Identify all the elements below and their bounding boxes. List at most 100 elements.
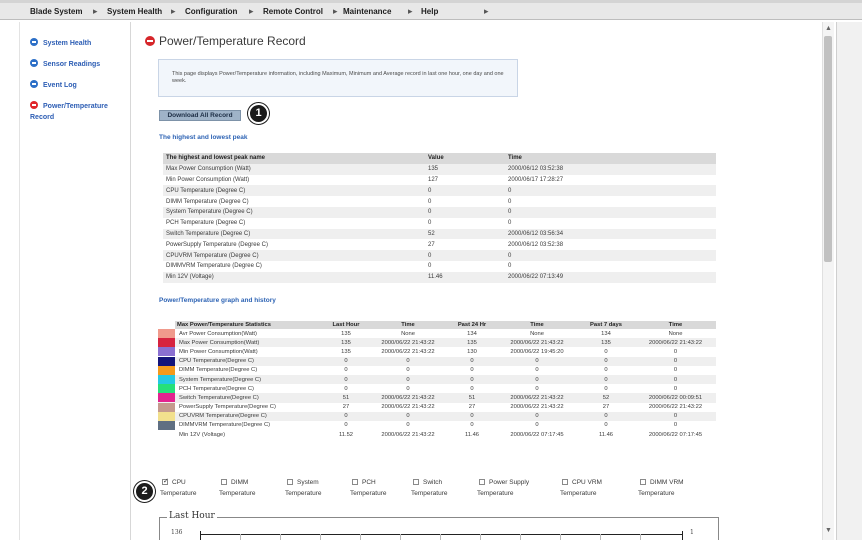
stats-header-name: Max Power/Temperature Statistics (175, 321, 323, 329)
download-all-record-button[interactable]: Download All Record (159, 110, 241, 121)
checkbox-switch[interactable]: Switch (413, 479, 442, 486)
checkbox-box[interactable] (640, 479, 646, 485)
menu-configuration[interactable]: Configuration (185, 7, 237, 19)
peak-cell-value: 0 (425, 206, 505, 218)
graph-gridline (560, 534, 561, 540)
stats-cell-time: None (497, 329, 577, 339)
checkbox-dimm[interactable]: DIMM (221, 479, 248, 486)
stats-cell-past-7-days: 0 (577, 347, 635, 357)
peak-table-row: CPUVRM Temperature (Degree C) 0 0 (163, 250, 716, 261)
page-title: Power/Temperature Record (159, 34, 306, 48)
stats-cell-past-7-days: 11.46 (577, 430, 635, 440)
sidebar-item-sensor-readings[interactable]: Sensor Readings (30, 59, 100, 68)
graph-y-max-left: 136 (171, 529, 183, 536)
peak-cell-name: Switch Temperature (Degree C) (163, 228, 425, 240)
peak-header-time: Time (505, 153, 716, 164)
left-frame-margin (0, 22, 20, 540)
peak-table-header: The highest and lowest peak name Value T… (163, 153, 716, 164)
menu-help[interactable]: Help (421, 7, 438, 19)
checkbox-dimm-vrm[interactable]: DIMM VRM (640, 479, 684, 486)
stats-cell-past-7-days: 0 (577, 411, 635, 421)
scroll-down-arrow-icon[interactable]: ▼ (825, 527, 832, 534)
stats-cell-time: 0 (369, 374, 447, 385)
checkbox-cpu[interactable]: CPU (162, 477, 186, 486)
peak-table-row: DIMMVRM Temperature (Degree C) 0 0 (163, 260, 716, 272)
graph-gridline (520, 534, 521, 540)
stats-table-row: System Temperature(Degree C) 0 0 0 0 0 0 (158, 374, 716, 385)
checkbox-box[interactable] (287, 479, 293, 485)
checkbox-cpu-vrm[interactable]: CPU VRM (562, 479, 602, 486)
graph-gridline (600, 534, 601, 540)
peak-cell-name: CPUVRM Temperature (Degree C) (163, 250, 425, 261)
peak-cell-name: PCH Temperature (Degree C) (163, 217, 425, 229)
stats-cell-time: 2000/06/22 21:43:22 (369, 402, 447, 412)
sidebar-item-label-line2[interactable]: Record (30, 114, 54, 121)
menu-arrow-icon: ▸ (171, 6, 176, 16)
stats-cell-name: Min 12V (Voltage) (175, 430, 323, 440)
checkbox-label-line2: Temperature (477, 490, 514, 497)
sidebar-item-event-log[interactable]: Event Log (30, 80, 77, 89)
stats-cell-last-hour: 135 (323, 338, 369, 348)
menu-system-health[interactable]: System Health (107, 7, 162, 19)
stats-table-header: Max Power/Temperature Statistics Last Ho… (158, 321, 716, 329)
graph-gridline (480, 534, 481, 540)
checkbox-label-line2: Temperature (285, 490, 322, 497)
checkbox-box[interactable] (413, 479, 419, 485)
stats-cell-past-24hr: 0 (447, 374, 497, 385)
stats-cell-last-hour: 135 (323, 329, 369, 339)
stats-header-swatch (158, 321, 175, 329)
stats-table-row: CPUVRM Temperature(Degree C) 0 0 0 0 0 0 (158, 411, 716, 421)
stats-cell-past-7-days: 134 (577, 329, 635, 339)
checkbox-box[interactable] (479, 479, 485, 485)
graph-gridline (360, 534, 361, 540)
checkbox-box[interactable] (562, 479, 568, 485)
stats-cell-past-24hr: 51 (447, 393, 497, 403)
series-color-swatch (158, 347, 175, 357)
peak-cell-name: CPU Temperature (Degree C) (163, 185, 425, 197)
scroll-up-arrow-icon[interactable]: ▲ (825, 25, 832, 32)
stats-header-past-7-days: Past 7 days (577, 321, 635, 329)
series-color-swatch (158, 411, 175, 421)
checkbox-pch[interactable]: PCH (352, 479, 376, 486)
stats-cell-name: Min Power Consumption(Watt) (175, 347, 323, 357)
checkbox-box[interactable] (162, 477, 169, 485)
color-swatch (158, 411, 175, 421)
peak-cell-name: Max Power Consumption (Watt) (163, 163, 425, 175)
stats-cell-past-24hr: 0 (447, 411, 497, 421)
stats-cell-time: 2000/06/22 21:43:22 (369, 393, 447, 403)
graph-right-axis (682, 531, 683, 540)
menu-arrow-icon: ▸ (249, 6, 254, 16)
peak-cell-time: 0 (505, 250, 716, 261)
peak-cell-time: 0 (505, 260, 716, 272)
stats-cell-past-24hr: 11.46 (447, 430, 497, 440)
checkbox-label: DIMM (231, 479, 249, 486)
color-swatch (158, 420, 175, 430)
stats-cell-time: 2000/06/22 21:43:22 (497, 402, 577, 412)
peak-cell-time: 0 (505, 206, 716, 218)
stats-cell-time: 0 (635, 374, 716, 385)
stats-cell-time: 2000/06/22 07:17:45 (497, 430, 577, 440)
stats-cell-time: 0 (497, 384, 577, 394)
menu-blade-system[interactable]: Blade System (30, 7, 82, 19)
menu-remote-control[interactable]: Remote Control (263, 7, 323, 19)
stats-table-row: Min Power Consumption(Watt) 135 2000/06/22… (158, 347, 716, 357)
stats-table-row: Avr Power Consumption(Watt) 135 None 134 Non… (158, 329, 716, 339)
stats-cell-time: 2000/06/22 21:43:22 (497, 338, 577, 348)
graph-y-max-right: 1 (690, 529, 694, 536)
checkbox-box[interactable] (221, 479, 227, 485)
peak-cell-name: DIMM Temperature (Degree C) (163, 196, 425, 207)
peak-cell-value: 127 (425, 174, 505, 186)
menu-maintenance[interactable]: Maintenance (343, 7, 391, 19)
checkbox-label: PCH (362, 479, 376, 486)
peak-cell-time: 0 (505, 217, 716, 229)
right-frame-margin (836, 22, 862, 540)
stats-cell-time: 0 (497, 420, 577, 431)
scrollbar-thumb[interactable] (824, 36, 832, 262)
checkbox-system[interactable]: System (287, 479, 319, 486)
peak-header-name: The highest and lowest peak name (163, 153, 425, 164)
sidebar-item-system-health[interactable]: System Health (30, 38, 91, 47)
checkbox-box[interactable] (352, 479, 358, 485)
sidebar-item-power-temperature-record[interactable]: Power/Temperature (30, 101, 108, 110)
stats-cell-name: PowerSupply Temperature(Degree C) (175, 402, 323, 412)
checkbox-power-supply[interactable]: Power Supply (479, 479, 529, 486)
